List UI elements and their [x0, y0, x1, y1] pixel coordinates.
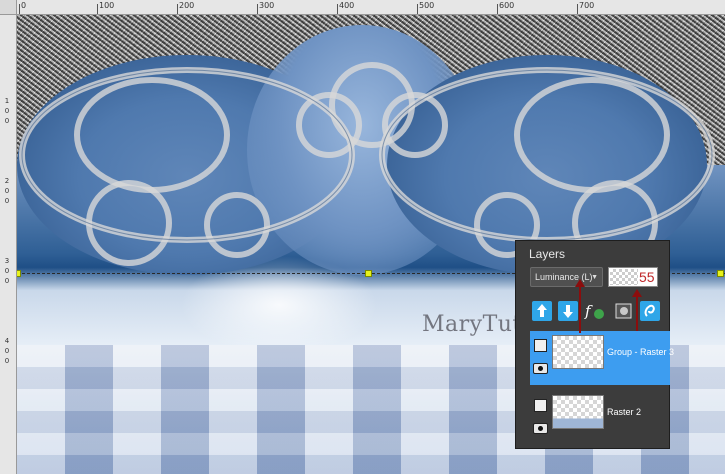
ruler-tick: [577, 4, 578, 14]
ruler-tick: [97, 4, 98, 14]
layer-thumbnail: [552, 395, 604, 429]
ruler-tick: [417, 4, 418, 14]
layer-type-icon: [534, 399, 547, 412]
layers-panel: Layers Luminance (L) ▼ 55 f Group - Rast…: [515, 240, 674, 449]
ruler-label: 0: [4, 187, 10, 195]
layer-effects-button[interactable]: f: [584, 301, 604, 321]
layer-name: Raster 2: [607, 407, 642, 417]
ruler-label: 3: [4, 257, 10, 265]
ruler-label: 600: [499, 1, 515, 10]
blend-mode-dropdown[interactable]: Luminance (L) ▼: [530, 267, 603, 287]
guide-handle-right[interactable]: [717, 270, 724, 277]
ruler-label: 4: [4, 337, 10, 345]
layers-panel-title: Layers: [529, 247, 566, 261]
merge-down-icon: [558, 301, 578, 321]
ruler-label: 0: [4, 117, 10, 125]
ruler-label: 1: [4, 97, 10, 105]
guide-handle-left[interactable]: [17, 270, 21, 277]
ruler-label: 0: [4, 277, 10, 285]
annotation-arrow-head: [575, 279, 585, 287]
ruler-horizontal[interactable]: 0 100 200 300 400 500 600 700: [17, 0, 725, 15]
ruler-label: 0: [4, 267, 10, 275]
opacity-swatch: [610, 269, 638, 285]
guide-handle-center[interactable]: [365, 270, 372, 277]
ruler-corner: [0, 0, 17, 15]
ruler-tick: [177, 4, 178, 14]
new-layer-icon: [532, 301, 552, 321]
layer-thumbnail: [552, 335, 604, 369]
ruler-vertical[interactable]: 1 0 0 2 0 0 3 0 0 4 0 0: [0, 15, 17, 474]
annotation-arrow-head: [632, 289, 642, 297]
group-icon: [534, 339, 547, 352]
link-icon: [640, 301, 660, 321]
ruler-label: 2: [4, 177, 10, 185]
link-button[interactable]: [640, 301, 660, 321]
ruler-label: 200: [179, 1, 195, 10]
ruler-label: 0: [4, 347, 10, 355]
ruler-label: 400: [339, 1, 355, 10]
ruler-tick: [497, 4, 498, 14]
svg-text:f: f: [584, 302, 593, 320]
annotation-arrow-shaft: [636, 297, 638, 331]
layer-name: Group - Raster 3: [607, 347, 675, 357]
ruler-label: 300: [259, 1, 275, 10]
eye-icon[interactable]: [533, 363, 548, 374]
ruler-label: 100: [99, 1, 115, 10]
mask-icon: [615, 303, 632, 319]
mask-button[interactable]: [614, 301, 634, 321]
ruler-tick: [257, 4, 258, 14]
merge-down-button[interactable]: [558, 301, 578, 321]
layer-row-group-raster-3[interactable]: Group - Raster 3: [530, 331, 674, 385]
ruler-label: 0: [4, 197, 10, 205]
eye-icon[interactable]: [533, 423, 548, 434]
ruler-label: 700: [579, 1, 595, 10]
layer-row-raster-2[interactable]: Raster 2: [530, 391, 670, 445]
opacity-value: 55: [639, 269, 655, 285]
ruler-tick: [337, 4, 338, 14]
ruler-label: 0: [21, 1, 27, 10]
ruler-label: 0: [4, 107, 10, 115]
ruler-tick: [19, 4, 20, 14]
fx-effects-icon: f: [584, 302, 604, 320]
ruler-label: 500: [419, 1, 435, 10]
chevron-down-icon: ▼: [591, 274, 598, 281]
opacity-field[interactable]: 55: [608, 267, 658, 287]
ruler-label: 0: [4, 357, 10, 365]
annotation-arrow-shaft: [579, 285, 581, 333]
new-layer-button[interactable]: [532, 301, 552, 321]
